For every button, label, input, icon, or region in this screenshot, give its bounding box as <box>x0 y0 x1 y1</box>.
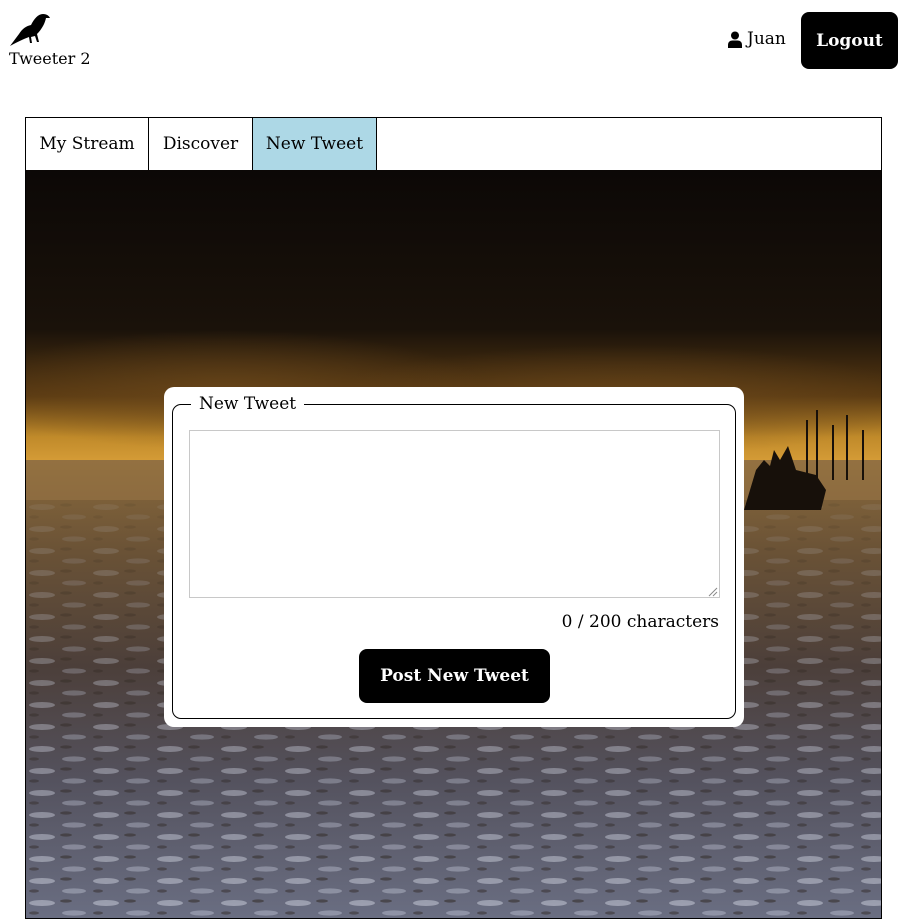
top-bar: Tweeter 2 Juan Logout <box>0 0 909 100</box>
tab-my-stream[interactable]: My Stream <box>26 118 149 170</box>
app-name: Tweeter 2 <box>9 49 91 68</box>
brand[interactable]: Tweeter 2 <box>9 12 91 68</box>
tab-new-tweet[interactable]: New Tweet <box>253 118 377 170</box>
user-name: Juan <box>747 29 786 49</box>
tweet-textarea[interactable] <box>189 430 720 598</box>
resize-grip-icon[interactable] <box>706 585 718 597</box>
post-tweet-button[interactable]: Post New Tweet <box>359 649 550 703</box>
new-tweet-card: New Tweet 0 / 200 characters Post New Tw… <box>164 387 744 727</box>
new-tweet-fieldset: New Tweet 0 / 200 characters Post New Tw… <box>172 394 736 719</box>
user-icon <box>728 31 742 48</box>
user-info: Juan <box>728 29 786 49</box>
tab-bar: My Stream Discover New Tweet <box>26 118 881 170</box>
main-panel: My Stream Discover New Tweet New Tweet 0… <box>25 117 882 919</box>
character-counter: 0 / 200 characters <box>561 612 719 632</box>
logout-button[interactable]: Logout <box>801 12 898 69</box>
fieldset-legend: New Tweet <box>191 394 305 414</box>
tab-discover[interactable]: Discover <box>149 118 253 170</box>
crow-icon <box>10 14 50 46</box>
